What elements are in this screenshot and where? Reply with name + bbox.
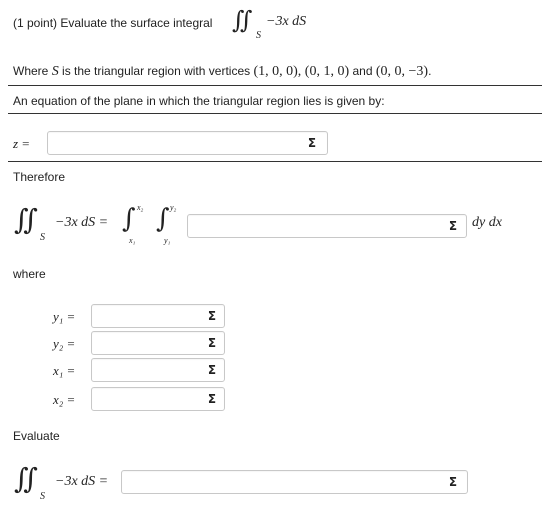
sigma-icon[interactable]: Σ — [446, 474, 460, 490]
x2-label: x₂ = — [53, 392, 76, 407]
therefore-label: Therefore — [13, 170, 66, 184]
where-line: Where S is the triangular region with ve… — [13, 64, 432, 79]
surface-subscript: S — [256, 30, 261, 41]
problem-integrand: −3x dS — [266, 14, 307, 29]
double-integral-symbol: ∬ — [14, 462, 38, 495]
double-integral-symbol: ∬ — [14, 203, 38, 236]
outer-lower-limit: x₁ — [129, 236, 136, 245]
where-label: where — [13, 267, 46, 281]
inner-lower-limit: y₁ — [164, 236, 171, 245]
evaluate-input[interactable] — [121, 470, 468, 494]
surface-subscript: S — [40, 491, 45, 502]
double-integral-symbol: ∬ — [232, 6, 253, 34]
therefore-lhs: −3x dS = — [55, 215, 109, 230]
surface-subscript: S — [40, 232, 45, 243]
sigma-icon[interactable]: Σ — [205, 308, 219, 324]
evaluate-lhs: −3x dS = — [55, 474, 109, 489]
differentials: dy dx — [472, 215, 502, 230]
outer-integral-symbol: ∫ — [122, 204, 136, 234]
inner-upper-limit: y₂ — [170, 203, 177, 212]
y1-label: y₁ = — [53, 309, 76, 324]
plane-label: z = — [13, 136, 31, 151]
sigma-icon[interactable]: Σ — [205, 362, 219, 378]
x1-label: x₁ = — [53, 363, 76, 378]
sigma-icon[interactable]: Σ — [205, 335, 219, 351]
evaluate-label: Evaluate — [13, 429, 60, 443]
integrand-input[interactable] — [187, 214, 467, 238]
sigma-icon[interactable]: Σ — [446, 218, 460, 234]
plane-equation-input[interactable] — [47, 131, 328, 155]
inner-integral-symbol: ∫ — [156, 204, 170, 234]
plane-prompt: An equation of the plane in which the tr… — [13, 94, 385, 108]
sigma-icon[interactable]: Σ — [305, 135, 319, 151]
problem-intro: (1 point) Evaluate the surface integral — [13, 16, 213, 30]
divider — [8, 113, 542, 114]
divider — [8, 85, 542, 86]
y2-label: y₂ = — [53, 336, 76, 351]
divider — [8, 161, 542, 162]
sigma-icon[interactable]: Σ — [205, 391, 219, 407]
outer-upper-limit: x₂ — [137, 203, 144, 212]
